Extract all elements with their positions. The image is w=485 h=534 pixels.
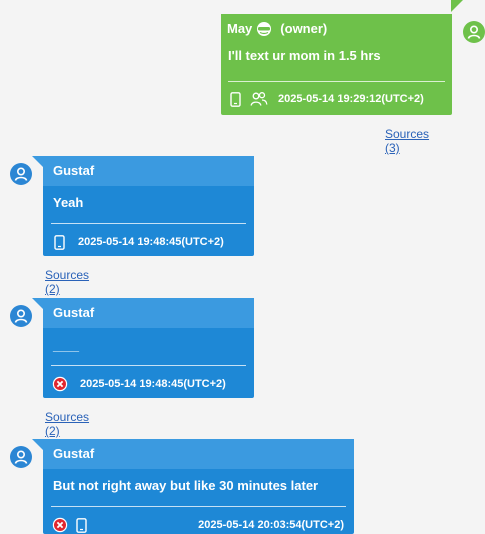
contact-avatar-icon[interactable] [10,446,32,468]
message-timestamp: 2025-05-14 19:48:45(UTC+2) [80,378,226,390]
message-footer: 2025-05-14 19:29:12(UTC+2) [230,90,424,108]
sender-header: Gustaf [43,298,254,328]
sender-header: May (owner) [221,14,452,44]
sleep-mask-emoji-icon [256,21,272,37]
sources-link[interactable]: Sources (2) [45,410,89,438]
phone-icon [230,91,241,107]
sources-link[interactable]: Sources (2) [45,268,89,296]
error-icon [52,517,68,533]
message-text: But not right away but like 30 minutes l… [53,478,319,493]
contact-avatar-icon[interactable] [463,21,485,43]
message-bubble[interactable]: Gustaf But not right away but like 30 mi… [43,439,354,534]
sender-role: (owner) [280,21,328,36]
divider [51,223,246,224]
phone-icon [54,234,65,250]
message-footer: 2025-05-14 19:48:45(UTC+2) [54,233,224,251]
phone-icon [76,517,87,533]
message-bubble[interactable]: May (owner) I'll text ur mom in 1.5 hrs [221,14,452,115]
message-footer: 2025-05-14 19:48:45(UTC+2) [52,375,226,393]
message-text: Yeah [53,195,84,210]
sender-name: May [227,21,253,36]
error-icon [52,376,68,392]
message-text: I'll text ur mom in 1.5 hrs [228,48,381,63]
sender-name: Gustaf [53,305,95,320]
sender-header: Gustaf [43,439,354,469]
message-footer: 2025-05-14 20:03:54(UTC+2) [52,516,344,534]
divider [51,506,346,507]
group-icon [250,91,268,107]
divider [228,81,445,82]
divider [51,365,246,366]
message-bubble[interactable]: Gustaf Yeah 2025-05-14 19:48:45(UTC+2) [43,156,254,256]
contact-avatar-icon[interactable] [10,163,32,185]
message-bubble[interactable]: Gustaf ____ 2025-05-14 19:48:45(UTC+2) [43,298,254,398]
message-timestamp: 2025-05-14 19:29:12(UTC+2) [278,93,424,105]
contact-avatar-icon[interactable] [10,305,32,327]
sender-name: Gustaf [53,446,95,461]
bubble-tail [451,0,463,12]
message-timestamp: 2025-05-14 20:03:54(UTC+2) [198,519,344,531]
sources-link[interactable]: Sources (3) [385,127,429,155]
sender-header: Gustaf [43,156,254,186]
message-timestamp: 2025-05-14 19:48:45(UTC+2) [78,236,224,248]
sender-name: Gustaf [53,163,95,178]
message-text: ____ [53,338,79,353]
